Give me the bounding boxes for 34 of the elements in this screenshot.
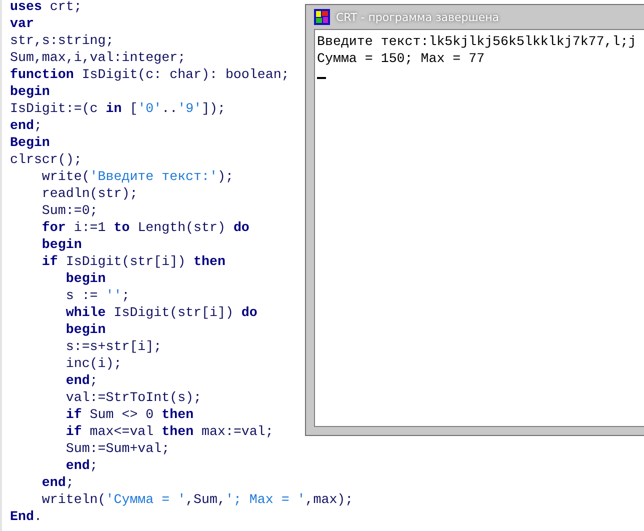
code-line: end;: [64, 457, 98, 474]
code-line: begin: [64, 270, 106, 287]
code-line: function IsDigit(c: char): boolean;: [10, 66, 290, 83]
code-line: for i:=1 to Length(str) do: [40, 219, 250, 236]
code-line: Sum:=0;: [40, 202, 98, 219]
code-line: IsDigit:=(c in ['0'..'9']);: [10, 100, 226, 117]
code-line: begin: [40, 236, 82, 253]
code-line: s := '';: [64, 287, 130, 304]
code-line: writeln('Сумма = ',Sum,'; Max = ',max);: [40, 491, 354, 508]
code-line: var: [10, 15, 34, 32]
console-output-line: Введите текст:lk5kjlkj56k5lkklkj7k77,l;j: [317, 33, 636, 50]
code-line: if IsDigit(str[i]) then: [40, 253, 226, 270]
code-line: readln(str);: [40, 185, 138, 202]
code-line: uses crt;: [10, 0, 82, 15]
code-line: str,s:string;: [10, 32, 114, 49]
app-icon: [314, 9, 330, 25]
code-line: begin: [10, 83, 50, 100]
code-line: if Sum <> 0 then: [64, 406, 194, 423]
code-line: inc(i);: [64, 355, 122, 372]
code-line: clrscr();: [10, 151, 82, 168]
code-line: end;: [64, 372, 98, 389]
code-line: Sum:=Sum+val;: [64, 440, 170, 457]
code-line: val:=StrToInt(s);: [64, 389, 202, 406]
code-line: write('Введите текст:');: [40, 168, 234, 185]
code-line: begin: [64, 321, 106, 338]
code-line: end;: [40, 474, 74, 491]
code-line: Sum,max,i,val:integer;: [10, 49, 186, 66]
code-line: End.: [10, 508, 42, 525]
code-line: Begin: [10, 134, 50, 151]
code-line: if max<=val then max:=val;: [64, 423, 274, 440]
code-line: s:=s+str[i];: [64, 338, 162, 355]
code-line: while IsDigit(str[i]) do: [64, 304, 258, 321]
code-line: end;: [10, 117, 42, 134]
console-output-line: Сумма = 150; Max = 77: [317, 50, 485, 67]
